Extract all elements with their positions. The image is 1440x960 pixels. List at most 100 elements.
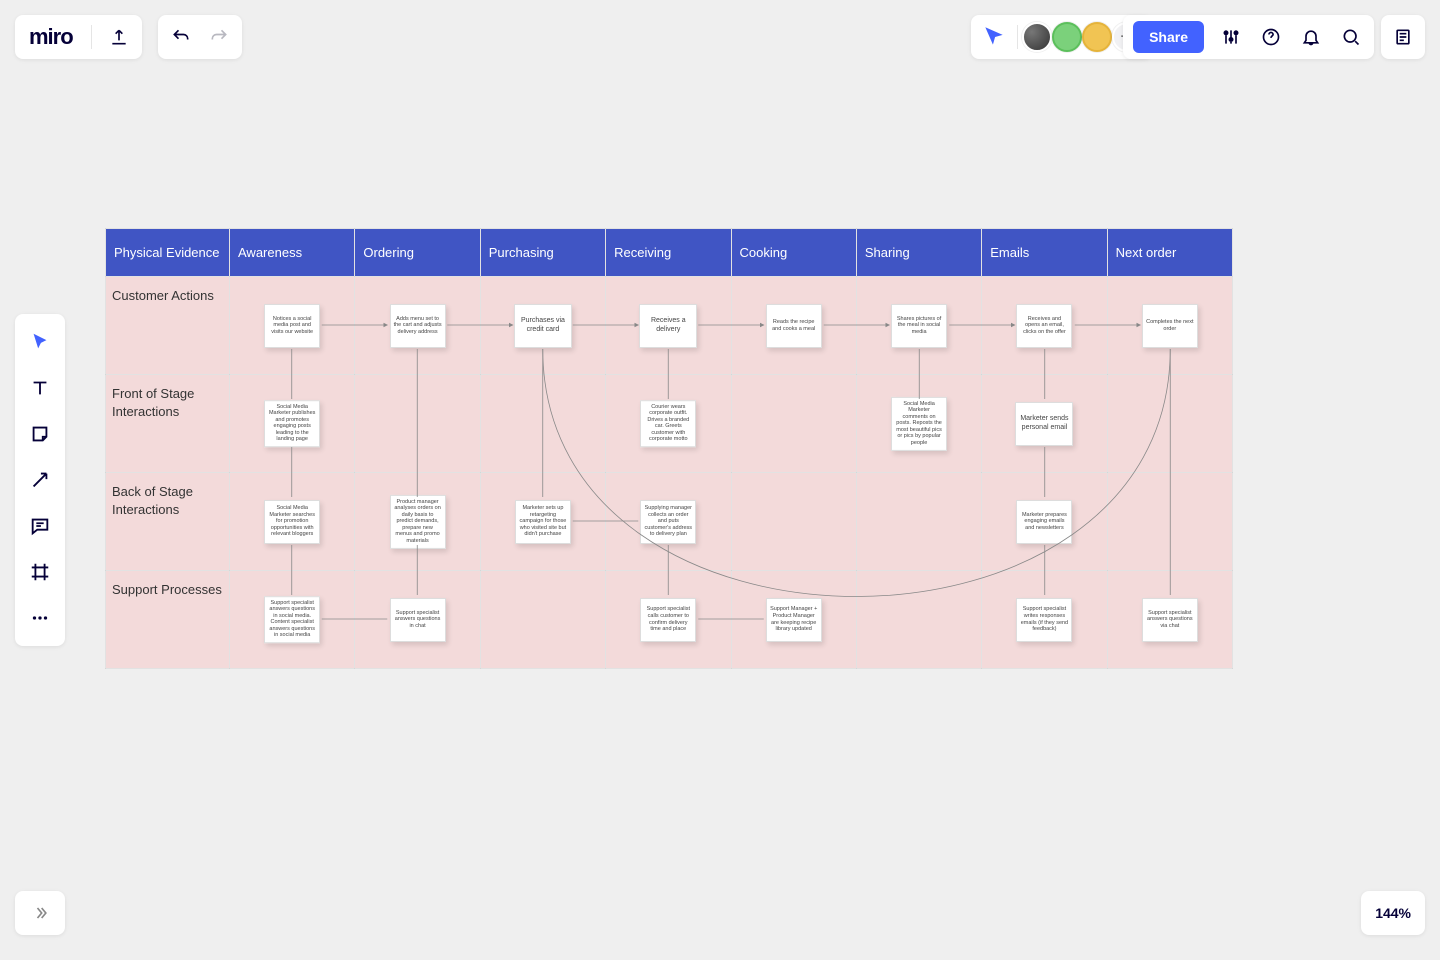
sticky-note[interactable]: Support specialist calls customer to con… bbox=[640, 598, 696, 642]
sticky-note[interactable]: Marketer sets up retargeting campaign fo… bbox=[515, 500, 571, 544]
sticky-note[interactable]: Notices a social media post and visits o… bbox=[264, 304, 320, 348]
sticky-note[interactable]: Social Media Marketer publishes and prom… bbox=[264, 400, 320, 448]
column-header[interactable]: Ordering bbox=[355, 229, 480, 277]
column-header[interactable]: Physical Evidence bbox=[106, 229, 230, 277]
blueprint-cell[interactable]: Reads the recipe and cooks a meal bbox=[731, 277, 856, 375]
sticky-note[interactable]: Courier wears corporate outfit. Drives a… bbox=[640, 400, 696, 448]
row-label[interactable]: Front of Stage Interactions bbox=[106, 375, 230, 473]
undo-redo-panel bbox=[158, 15, 242, 59]
notes-icon bbox=[1390, 24, 1416, 50]
actions-panel: Share bbox=[1123, 15, 1374, 59]
sticky-note[interactable]: Product manager analyses orders on daily… bbox=[390, 494, 446, 548]
divider bbox=[91, 25, 92, 49]
blueprint-cell[interactable]: Social Media Marketer searches for promo… bbox=[230, 473, 355, 571]
share-button[interactable]: Share bbox=[1133, 21, 1204, 53]
sticky-note[interactable]: Purchases via credit card bbox=[514, 304, 572, 348]
column-header[interactable]: Purchasing bbox=[480, 229, 605, 277]
blueprint-cell[interactable] bbox=[856, 473, 981, 571]
blueprint-cell[interactable]: Marketer sets up retargeting campaign fo… bbox=[480, 473, 605, 571]
export-icon[interactable] bbox=[106, 24, 132, 50]
sticky-note-tool[interactable] bbox=[26, 420, 54, 448]
expand-panel-button[interactable] bbox=[15, 891, 65, 935]
blueprint-cell[interactable]: Marketer prepares engaging emails and ne… bbox=[982, 473, 1107, 571]
search-icon[interactable] bbox=[1338, 24, 1364, 50]
blueprint-cell[interactable]: Receives a delivery bbox=[606, 277, 731, 375]
blueprint-cell[interactable]: Marketer sends personal email bbox=[982, 375, 1107, 473]
select-tool[interactable] bbox=[26, 328, 54, 356]
sticky-note[interactable]: Receives and opens an email, clicks on t… bbox=[1016, 304, 1072, 348]
blueprint-cell[interactable]: Adds menu set to the cart and adjusts de… bbox=[355, 277, 480, 375]
tool-toolbar bbox=[15, 314, 65, 646]
avatar[interactable] bbox=[1022, 22, 1052, 52]
avatar[interactable] bbox=[1082, 22, 1112, 52]
text-tool[interactable] bbox=[26, 374, 54, 402]
blueprint-cell[interactable]: Completes the next order bbox=[1107, 277, 1232, 375]
sticky-note[interactable]: Support specialist answers questions via… bbox=[1142, 598, 1198, 642]
sticky-note[interactable]: Support specialist answers questions in … bbox=[264, 596, 320, 644]
avatar[interactable] bbox=[1052, 22, 1082, 52]
column-header[interactable]: Sharing bbox=[856, 229, 981, 277]
cursor-tracking-icon[interactable] bbox=[981, 24, 1007, 50]
blueprint-cell[interactable] bbox=[355, 375, 480, 473]
canvas[interactable]: Physical EvidenceAwarenessOrderingPurcha… bbox=[105, 228, 1233, 668]
settings-icon[interactable] bbox=[1218, 24, 1244, 50]
comment-tool[interactable] bbox=[26, 512, 54, 540]
sticky-note[interactable]: Completes the next order bbox=[1142, 304, 1198, 348]
sticky-note[interactable]: Receives a delivery bbox=[639, 304, 697, 348]
sticky-note[interactable]: Support specialist writes responses emai… bbox=[1016, 598, 1072, 642]
help-icon[interactable] bbox=[1258, 24, 1284, 50]
sticky-note[interactable]: Social Media Marketer comments on posts.… bbox=[891, 396, 947, 450]
blueprint-cell[interactable] bbox=[480, 375, 605, 473]
blueprint-cell[interactable]: Support specialist calls customer to con… bbox=[606, 571, 731, 669]
blueprint-cell[interactable]: Courier wears corporate outfit. Drives a… bbox=[606, 375, 731, 473]
sticky-note[interactable]: Support Manager + Product Manager are ke… bbox=[766, 598, 822, 642]
service-blueprint[interactable]: Physical EvidenceAwarenessOrderingPurcha… bbox=[105, 228, 1233, 669]
blueprint-cell[interactable]: Social Media Marketer publishes and prom… bbox=[230, 375, 355, 473]
row-label[interactable]: Support Processes bbox=[106, 571, 230, 669]
blueprint-cell[interactable]: Support specialist answers questions via… bbox=[1107, 571, 1232, 669]
blueprint-cell[interactable]: Receives and opens an email, clicks on t… bbox=[982, 277, 1107, 375]
frame-tool[interactable] bbox=[26, 558, 54, 586]
undo-button[interactable] bbox=[168, 24, 194, 50]
column-header[interactable]: Emails bbox=[982, 229, 1107, 277]
column-header[interactable]: Next order bbox=[1107, 229, 1232, 277]
sticky-note[interactable]: Support specialist answers questions in … bbox=[390, 598, 446, 642]
blueprint-cell[interactable]: Product manager analyses orders on daily… bbox=[355, 473, 480, 571]
notes-panel-button[interactable] bbox=[1381, 15, 1425, 59]
blueprint-cell[interactable]: Support specialist answers questions in … bbox=[230, 571, 355, 669]
bell-icon[interactable] bbox=[1298, 24, 1324, 50]
chevron-right-icon bbox=[27, 900, 53, 926]
sticky-note[interactable]: Marketer sends personal email bbox=[1015, 402, 1073, 446]
logo[interactable]: miro bbox=[25, 24, 77, 50]
column-header[interactable]: Receiving bbox=[606, 229, 731, 277]
blueprint-cell[interactable]: Purchases via credit card bbox=[480, 277, 605, 375]
blueprint-cell[interactable]: Supplying manager collects an order and … bbox=[606, 473, 731, 571]
blueprint-cell[interactable]: Support specialist writes responses emai… bbox=[982, 571, 1107, 669]
blueprint-cell[interactable] bbox=[856, 571, 981, 669]
sticky-note[interactable]: Adds menu set to the cart and adjusts de… bbox=[390, 304, 446, 348]
blueprint-cell[interactable]: Support specialist answers questions in … bbox=[355, 571, 480, 669]
sticky-note[interactable]: Shares pictures of the meal in social me… bbox=[891, 304, 947, 348]
sticky-note[interactable]: Reads the recipe and cooks a meal bbox=[766, 304, 822, 348]
column-header[interactable]: Cooking bbox=[731, 229, 856, 277]
zoom-level[interactable]: 144% bbox=[1361, 891, 1425, 935]
blueprint-cell[interactable] bbox=[1107, 375, 1232, 473]
blueprint-cell[interactable]: Social Media Marketer comments on posts.… bbox=[856, 375, 981, 473]
blueprint-cell[interactable] bbox=[731, 375, 856, 473]
zoom-value: 144% bbox=[1375, 905, 1411, 921]
column-header[interactable]: Awareness bbox=[230, 229, 355, 277]
row-label[interactable]: Customer Actions bbox=[106, 277, 230, 375]
blueprint-cell[interactable]: Support Manager + Product Manager are ke… bbox=[731, 571, 856, 669]
blueprint-cell[interactable]: Shares pictures of the meal in social me… bbox=[856, 277, 981, 375]
sticky-note[interactable]: Supplying manager collects an order and … bbox=[640, 500, 696, 544]
more-tools[interactable] bbox=[26, 604, 54, 632]
sticky-note[interactable]: Marketer prepares engaging emails and ne… bbox=[1016, 500, 1072, 544]
redo-button[interactable] bbox=[206, 24, 232, 50]
arrow-tool[interactable] bbox=[26, 466, 54, 494]
blueprint-cell[interactable]: Notices a social media post and visits o… bbox=[230, 277, 355, 375]
blueprint-cell[interactable] bbox=[480, 571, 605, 669]
blueprint-cell[interactable] bbox=[1107, 473, 1232, 571]
sticky-note[interactable]: Social Media Marketer searches for promo… bbox=[264, 500, 320, 544]
blueprint-cell[interactable] bbox=[731, 473, 856, 571]
row-label[interactable]: Back of Stage Interactions bbox=[106, 473, 230, 571]
